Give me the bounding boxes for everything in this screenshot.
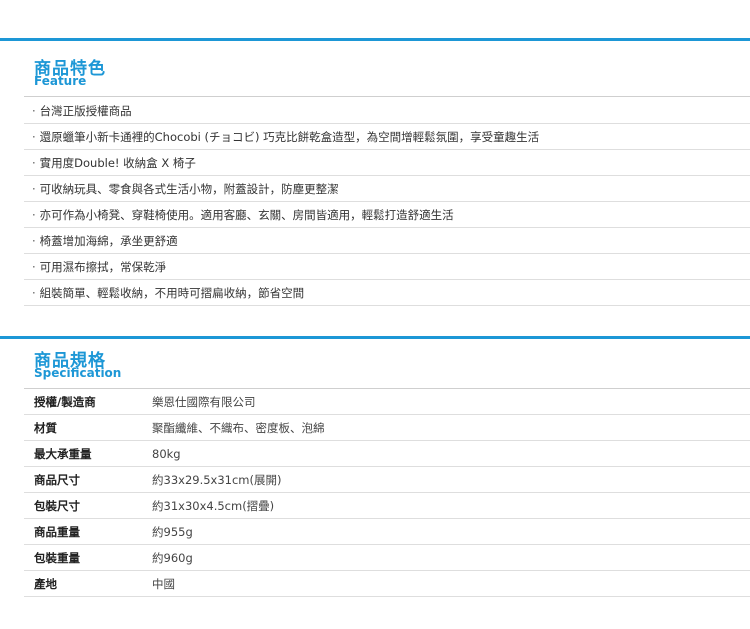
feature-text: 組裝簡單、輕鬆收納，不用時可摺扁收納，節省空間 [39, 286, 305, 300]
spec-key: 授權/製造商 [24, 389, 152, 415]
spec-key: 最大承重量 [24, 440, 152, 467]
table-row: 包裝重量 約960g [24, 544, 750, 571]
spec-key: 產地 [24, 570, 152, 597]
spec-subtitle: Specification [34, 366, 122, 380]
table-row: 產地 中國 [24, 570, 750, 597]
spec-table: 授權/製造商 樂恩仕國際有限公司 材質 聚酯纖維、不織布、密度板、泡綿 最大承重量 8… [24, 389, 750, 597]
feature-list: · 台灣正版授權商品 · 還原蠟筆小新卡通裡的Chocobi (チョコビ) 巧克比餅… [24, 98, 750, 306]
table-row: 授權/製造商 樂恩仕國際有限公司 [24, 389, 750, 415]
table-row: 材質 聚酯纖維、不織布、密度板、泡綿 [24, 414, 750, 441]
table-row: 最大承重量 80kg [24, 440, 750, 467]
spec-value: 樂恩仕國際有限公司 [152, 389, 750, 415]
spec-key: 包裝重量 [24, 544, 152, 571]
spec-value: 80kg [152, 440, 750, 467]
bullet-icon: · [32, 182, 36, 196]
feature-text: 可收納玩具、零食與各式生活小物，附蓋設計，防塵更整潔 [39, 182, 339, 196]
bullet-icon: · [32, 260, 36, 274]
spec-key: 商品重量 [24, 518, 152, 545]
spec-value: 聚酯纖維、不織布、密度板、泡綿 [152, 414, 750, 441]
table-row: 商品重量 約955g [24, 518, 750, 545]
feature-text: 椅蓋增加海綿，承坐更舒適 [39, 234, 178, 248]
table-row: 包裝尺寸 約31x30x4.5cm(摺疊) [24, 492, 750, 519]
list-item: · 可用濕布擦拭，常保乾淨 [24, 254, 750, 280]
bullet-icon: · [32, 104, 36, 118]
bullet-icon: · [32, 130, 36, 144]
bullet-icon: · [32, 156, 36, 170]
feature-subtitle: Feature [34, 74, 87, 88]
feature-text: 實用度Double! 收納盒 X 椅子 [39, 156, 196, 170]
feature-top-bar [0, 38, 750, 41]
spec-value: 約33x29.5x31cm(展開) [152, 466, 750, 493]
spec-value: 約31x30x4.5cm(摺疊) [152, 492, 750, 519]
bullet-icon: · [32, 208, 36, 222]
list-item: · 還原蠟筆小新卡通裡的Chocobi (チョコビ) 巧克比餅乾盒造型，為空間增輕… [24, 124, 750, 150]
list-item: · 亦可作為小椅凳、穿鞋椅使用。適用客廳、玄關、房間皆適用，輕鬆打造舒適生活 [24, 202, 750, 228]
list-item: · 組裝簡單、輕鬆收納，不用時可摺扁收納，節省空間 [24, 280, 750, 306]
spec-key: 商品尺寸 [24, 466, 152, 493]
spec-value: 約960g [152, 544, 750, 571]
feature-text: 台灣正版授權商品 [39, 104, 132, 118]
list-item: · 可收納玩具、零食與各式生活小物，附蓋設計，防塵更整潔 [24, 176, 750, 202]
spec-key: 包裝尺寸 [24, 492, 152, 519]
table-row: 商品尺寸 約33x29.5x31cm(展開) [24, 466, 750, 493]
spec-top-bar [0, 336, 750, 339]
spec-value: 中國 [152, 570, 750, 597]
feature-text: 可用濕布擦拭，常保乾淨 [39, 260, 167, 274]
list-item: · 實用度Double! 收納盒 X 椅子 [24, 150, 750, 176]
feature-title-divider [24, 96, 750, 97]
feature-text: 亦可作為小椅凳、穿鞋椅使用。適用客廳、玄關、房間皆適用，輕鬆打造舒適生活 [39, 208, 454, 222]
feature-text: 還原蠟筆小新卡通裡的Chocobi (チョコビ) 巧克比餅乾盒造型，為空間增輕鬆… [39, 130, 540, 144]
bullet-icon: · [32, 234, 36, 248]
bullet-icon: · [32, 286, 36, 300]
spec-value: 約955g [152, 518, 750, 545]
list-item: · 椅蓋增加海綿，承坐更舒適 [24, 228, 750, 254]
list-item: · 台灣正版授權商品 [24, 98, 750, 124]
spec-key: 材質 [24, 414, 152, 441]
